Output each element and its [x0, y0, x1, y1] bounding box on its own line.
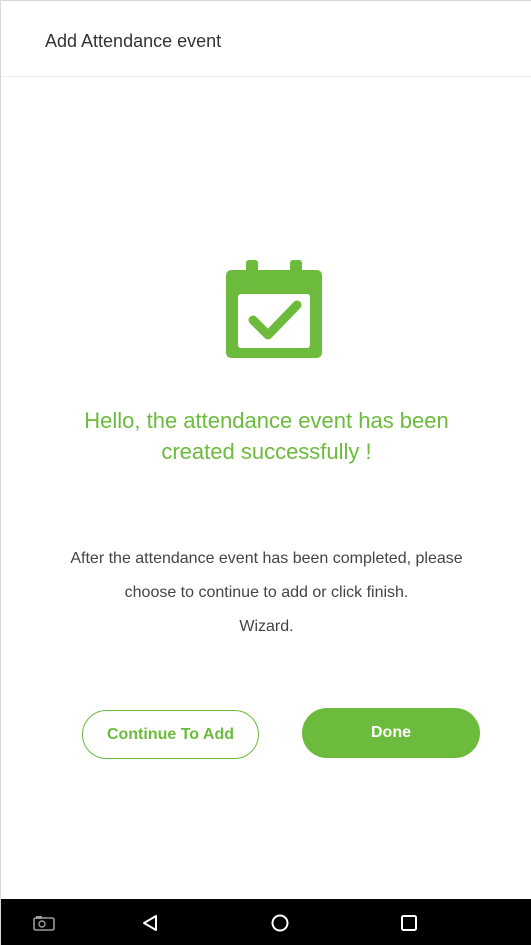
app-header: Add Attendance event: [1, 1, 531, 77]
success-message-line1: Hello, the attendance event has been: [84, 408, 449, 433]
instructions-line1: After the attendance event has been comp…: [70, 550, 463, 567]
screen: Add Attendance event Hello, the attendan…: [0, 0, 531, 945]
instructions-line2: choose to continue to add or click finis…: [124, 584, 409, 601]
recents-icon[interactable]: [394, 899, 424, 945]
instructions-text: After the attendance event has been comp…: [1, 542, 531, 644]
page-title: Add Attendance event: [45, 31, 222, 51]
calendar-check-icon: [226, 260, 322, 358]
success-message-line2: created successfully !: [161, 439, 372, 464]
back-icon[interactable]: [135, 899, 165, 945]
home-icon[interactable]: [265, 899, 295, 945]
success-message: Hello, the attendance event has been cre…: [21, 405, 512, 467]
instructions-line3: Wizard.: [239, 618, 294, 635]
system-navigation-bar: [1, 899, 531, 945]
screenshot-icon[interactable]: [29, 899, 59, 945]
done-button[interactable]: Done: [302, 708, 480, 758]
continue-to-add-button[interactable]: Continue To Add: [82, 710, 259, 759]
